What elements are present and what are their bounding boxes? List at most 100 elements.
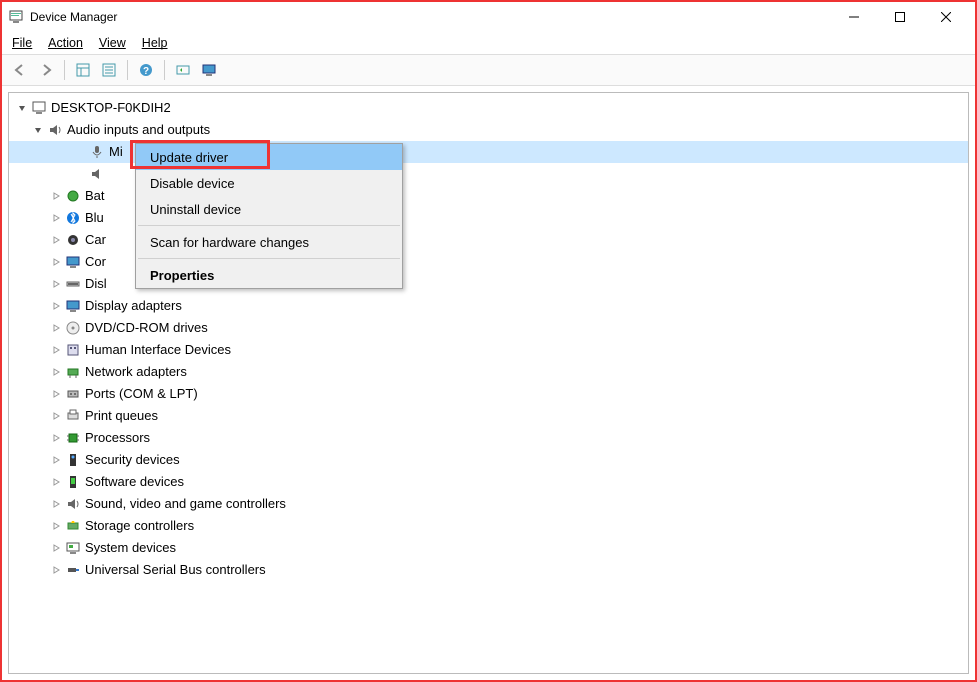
category-label: Storage controllers bbox=[85, 515, 194, 537]
category-node[interactable]: Ports (COM & LPT) bbox=[9, 383, 968, 405]
help-toolbar-button[interactable]: ? bbox=[134, 58, 158, 82]
chevron-right-icon[interactable] bbox=[49, 541, 63, 555]
root-label: DESKTOP-F0KDIH2 bbox=[51, 97, 171, 119]
menu-action[interactable]: Action bbox=[48, 36, 83, 50]
category-node[interactable]: Storage controllers bbox=[9, 515, 968, 537]
chevron-right-icon[interactable] bbox=[49, 277, 63, 291]
context-separator bbox=[138, 225, 400, 226]
chevron-right-icon[interactable] bbox=[49, 343, 63, 357]
category-icon bbox=[65, 342, 81, 358]
minimize-button[interactable] bbox=[831, 2, 877, 32]
chevron-right-icon[interactable] bbox=[49, 563, 63, 577]
context-update-driver[interactable]: Update driver bbox=[136, 144, 402, 170]
root-node[interactable]: DESKTOP-F0KDIH2 bbox=[9, 97, 968, 119]
category-icon bbox=[65, 408, 81, 424]
category-node[interactable]: System devices bbox=[9, 537, 968, 559]
context-disable-device[interactable]: Disable device bbox=[136, 170, 402, 196]
menu-help[interactable]: Help bbox=[142, 36, 168, 50]
properties-toolbar-button[interactable] bbox=[97, 58, 121, 82]
chevron-right-icon[interactable] bbox=[49, 475, 63, 489]
category-icon bbox=[65, 254, 81, 270]
category-node[interactable]: Human Interface Devices bbox=[9, 339, 968, 361]
toolbar-separator bbox=[64, 60, 65, 80]
audio-category-label: Audio inputs and outputs bbox=[67, 119, 210, 141]
audio-category-node[interactable]: Audio inputs and outputs bbox=[9, 119, 968, 141]
chevron-right-icon[interactable] bbox=[49, 431, 63, 445]
category-node[interactable]: Print queues bbox=[9, 405, 968, 427]
category-label: Security devices bbox=[85, 449, 180, 471]
chevron-right-icon[interactable] bbox=[49, 211, 63, 225]
microphone-icon bbox=[89, 144, 105, 160]
category-icon bbox=[65, 232, 81, 248]
category-icon bbox=[65, 452, 81, 468]
toolbar-separator bbox=[164, 60, 165, 80]
category-icon bbox=[65, 298, 81, 314]
category-label: Sound, video and game controllers bbox=[85, 493, 286, 515]
category-icon bbox=[65, 276, 81, 292]
show-hide-tree-button[interactable] bbox=[71, 58, 95, 82]
category-label: Network adapters bbox=[85, 361, 187, 383]
context-separator bbox=[138, 258, 400, 259]
monitor-toolbar-button[interactable] bbox=[197, 58, 221, 82]
titlebar: Device Manager bbox=[2, 2, 975, 32]
category-node[interactable]: Display adapters bbox=[9, 295, 968, 317]
category-label: DVD/CD-ROM drives bbox=[85, 317, 208, 339]
chevron-right-icon[interactable] bbox=[49, 299, 63, 313]
context-menu: Update driver Disable device Uninstall d… bbox=[135, 143, 403, 289]
category-icon bbox=[65, 474, 81, 490]
category-icon bbox=[65, 210, 81, 226]
category-node[interactable]: Software devices bbox=[9, 471, 968, 493]
context-scan-hardware[interactable]: Scan for hardware changes bbox=[136, 229, 402, 255]
category-label: Processors bbox=[85, 427, 150, 449]
devmgmt-icon bbox=[8, 9, 24, 25]
chevron-right-icon[interactable] bbox=[49, 255, 63, 269]
category-node[interactable]: Processors bbox=[9, 427, 968, 449]
category-node[interactable]: Network adapters bbox=[9, 361, 968, 383]
svg-text:?: ? bbox=[143, 66, 149, 77]
category-label: Ports (COM & LPT) bbox=[85, 383, 198, 405]
tree-container: DESKTOP-F0KDIH2 Audio inputs and outputs… bbox=[8, 92, 969, 674]
chevron-down-icon[interactable] bbox=[15, 101, 29, 115]
category-icon bbox=[65, 430, 81, 446]
category-icon bbox=[65, 496, 81, 512]
category-icon bbox=[65, 540, 81, 556]
chevron-right-icon[interactable] bbox=[49, 387, 63, 401]
scan-hardware-button[interactable] bbox=[171, 58, 195, 82]
context-properties[interactable]: Properties bbox=[136, 262, 402, 288]
category-icon bbox=[65, 320, 81, 336]
category-icon bbox=[65, 562, 81, 578]
category-icon bbox=[65, 518, 81, 534]
chevron-right-icon[interactable] bbox=[49, 321, 63, 335]
category-label: Universal Serial Bus controllers bbox=[85, 559, 266, 581]
category-label: Bat bbox=[85, 185, 105, 207]
forward-button[interactable] bbox=[34, 58, 58, 82]
speaker-icon bbox=[89, 166, 105, 182]
back-button[interactable] bbox=[8, 58, 32, 82]
speaker-icon bbox=[47, 122, 63, 138]
chevron-right-icon[interactable] bbox=[49, 453, 63, 467]
category-node[interactable]: Sound, video and game controllers bbox=[9, 493, 968, 515]
menu-view[interactable]: View bbox=[99, 36, 126, 50]
selected-device-label: Mi bbox=[109, 141, 123, 163]
chevron-right-icon[interactable] bbox=[49, 519, 63, 533]
category-label: Car bbox=[85, 229, 106, 251]
menu-file[interactable]: File bbox=[12, 36, 32, 50]
computer-icon bbox=[31, 100, 47, 116]
context-uninstall-device[interactable]: Uninstall device bbox=[136, 196, 402, 222]
chevron-right-icon[interactable] bbox=[49, 365, 63, 379]
menubar: File Action View Help bbox=[2, 32, 975, 54]
chevron-right-icon[interactable] bbox=[49, 233, 63, 247]
chevron-down-icon[interactable] bbox=[31, 123, 45, 137]
chevron-right-icon[interactable] bbox=[49, 409, 63, 423]
category-node[interactable]: DVD/CD-ROM drives bbox=[9, 317, 968, 339]
chevron-right-icon[interactable] bbox=[49, 497, 63, 511]
category-label: System devices bbox=[85, 537, 176, 559]
category-node[interactable]: Universal Serial Bus controllers bbox=[9, 559, 968, 581]
close-button[interactable] bbox=[923, 2, 969, 32]
maximize-button[interactable] bbox=[877, 2, 923, 32]
chevron-right-icon[interactable] bbox=[49, 189, 63, 203]
toolbar: ? bbox=[2, 54, 975, 86]
category-node[interactable]: Security devices bbox=[9, 449, 968, 471]
category-label: Cor bbox=[85, 251, 106, 273]
category-icon bbox=[65, 364, 81, 380]
